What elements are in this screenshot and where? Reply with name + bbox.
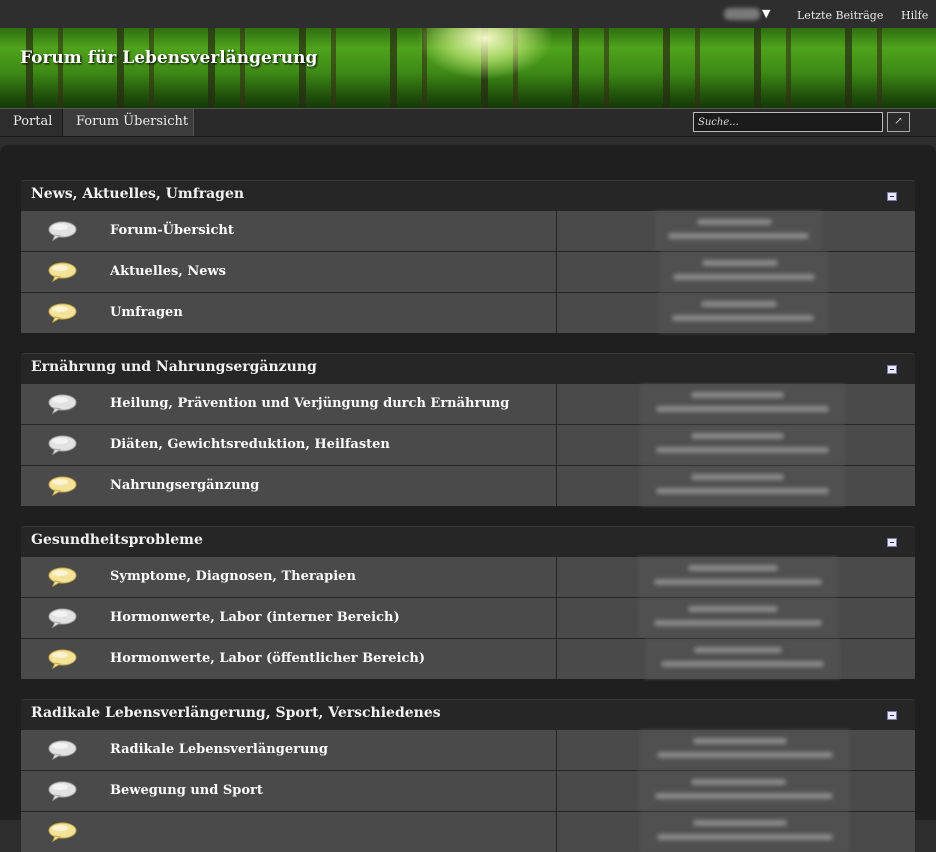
category-header: Gesundheitsprobleme bbox=[21, 526, 915, 556]
speech-bubble-yellow-icon bbox=[48, 476, 77, 497]
forum-row: Bewegung und Sport bbox=[21, 770, 915, 811]
last-post-blurred bbox=[638, 771, 850, 811]
forum-cell: Forum-Übersicht bbox=[21, 211, 557, 251]
site-title[interactable]: Forum für Lebensverlängerung bbox=[20, 48, 317, 68]
speech-bubble-grey-icon bbox=[48, 435, 77, 456]
speech-bubble-grey-icon bbox=[48, 221, 77, 242]
speech-bubble-grey-icon bbox=[48, 608, 77, 629]
forum-link[interactable]: Aktuelles, News bbox=[110, 264, 226, 279]
forum-row: Nahrungsergänzung bbox=[21, 465, 915, 506]
forum-link[interactable]: Bewegung und Sport bbox=[110, 783, 263, 798]
category-title[interactable]: Gesundheitsprobleme bbox=[31, 532, 203, 548]
speech-bubble-grey-icon bbox=[48, 740, 77, 761]
forum-link[interactable]: Forum-Übersicht bbox=[110, 223, 234, 238]
forum-link[interactable]: Radikale Lebensverlängerung bbox=[110, 742, 328, 757]
forum-cell: Hormonwerte, Labor (öffentlicher Bereich… bbox=[21, 639, 557, 679]
last-post-blurred bbox=[640, 812, 850, 852]
last-post-blurred bbox=[645, 639, 840, 679]
forum-row: Hormonwerte, Labor (interner Bereich) bbox=[21, 597, 915, 638]
last-post-blurred bbox=[660, 252, 828, 292]
last-post-blurred bbox=[640, 384, 845, 424]
category-block: News, Aktuelles, Umfragen Forum-Übersicht… bbox=[21, 180, 915, 333]
forum-cell: Heilung, Prävention und Verjüngung durch… bbox=[21, 384, 557, 424]
forum-cell: Nahrungsergänzung bbox=[21, 466, 557, 506]
forum-row: Forum-Übersicht bbox=[21, 210, 915, 251]
collapse-icon[interactable] bbox=[887, 192, 897, 201]
forum-link[interactable]: Umfragen bbox=[110, 305, 183, 320]
collapse-icon[interactable] bbox=[887, 538, 897, 547]
speech-bubble-grey-icon bbox=[48, 781, 77, 802]
forum-link[interactable]: Nahrungsergänzung bbox=[110, 478, 259, 493]
collapse-icon[interactable] bbox=[887, 711, 897, 720]
tab-portal[interactable]: Portal bbox=[0, 109, 63, 136]
forum-row: Symptome, Diagnosen, Therapien bbox=[21, 556, 915, 597]
forum-cell bbox=[21, 812, 557, 852]
category-header: Ernährung und Nahrungsergänzung bbox=[21, 353, 915, 383]
last-post-blurred bbox=[640, 466, 845, 506]
category-title[interactable]: Radikale Lebensverlängerung, Sport, Vers… bbox=[31, 705, 441, 721]
speech-bubble-yellow-icon bbox=[48, 567, 77, 588]
forum-row: Aktuelles, News bbox=[21, 251, 915, 292]
category-header: Radikale Lebensverlängerung, Sport, Vers… bbox=[21, 699, 915, 729]
category-header: News, Aktuelles, Umfragen bbox=[21, 180, 915, 210]
last-post-blurred bbox=[638, 557, 838, 597]
collapse-icon[interactable] bbox=[887, 365, 897, 374]
category-title[interactable]: Ernährung und Nahrungsergänzung bbox=[31, 359, 317, 375]
search-button[interactable]: ↗ bbox=[887, 112, 910, 132]
category-block: Gesundheitsprobleme Symptome, Diagnosen, … bbox=[21, 526, 915, 679]
header-banner: Forum für Lebensverlängerung bbox=[0, 28, 936, 108]
speech-bubble-yellow-icon bbox=[48, 262, 77, 283]
top-bar: ▼ Letzte Beiträge Hilfe bbox=[0, 0, 936, 29]
forum-cell: Hormonwerte, Labor (interner Bereich) bbox=[21, 598, 557, 638]
last-post-blurred bbox=[640, 425, 845, 465]
username-blurred[interactable] bbox=[724, 8, 760, 20]
speech-bubble-yellow-icon bbox=[48, 649, 77, 670]
forum-link[interactable]: Hormonwerte, Labor (interner Bereich) bbox=[110, 610, 400, 625]
last-post-blurred bbox=[638, 598, 838, 638]
forum-cell: Radikale Lebensverlängerung bbox=[21, 730, 557, 770]
last-post-blurred bbox=[655, 211, 822, 251]
forum-cell: Bewegung und Sport bbox=[21, 771, 557, 811]
forum-cell: Aktuelles, News bbox=[21, 252, 557, 292]
forum-cell: Umfragen bbox=[21, 293, 557, 333]
recent-posts-link[interactable]: Letzte Beiträge bbox=[797, 9, 883, 22]
speech-bubble-yellow-icon bbox=[48, 303, 77, 324]
forum-row: Hormonwerte, Labor (öffentlicher Bereich… bbox=[21, 638, 915, 679]
search-input[interactable] bbox=[693, 112, 883, 132]
category-block: Radikale Lebensverlängerung, Sport, Vers… bbox=[21, 699, 915, 852]
forum-cell: Diäten, Gewichtsreduktion, Heilfasten bbox=[21, 425, 557, 465]
user-menu-arrow-icon[interactable]: ▼ bbox=[762, 7, 770, 20]
forum-row bbox=[21, 811, 915, 852]
forum-link[interactable]: Heilung, Prävention und Verjüngung durch… bbox=[110, 396, 509, 411]
forum-link[interactable]: Hormonwerte, Labor (öffentlicher Bereich… bbox=[110, 651, 425, 666]
help-link[interactable]: Hilfe bbox=[901, 9, 928, 22]
forum-link[interactable]: Symptome, Diagnosen, Therapien bbox=[110, 569, 356, 584]
forum-row: Radikale Lebensverlängerung bbox=[21, 729, 915, 770]
forum-cell: Symptome, Diagnosen, Therapien bbox=[21, 557, 557, 597]
forum-row: Umfragen bbox=[21, 292, 915, 333]
forum-row: Heilung, Prävention und Verjüngung durch… bbox=[21, 383, 915, 424]
tab-forum-overview[interactable]: Forum Übersicht bbox=[63, 109, 194, 136]
last-post-blurred bbox=[658, 293, 828, 333]
category-block: Ernährung und Nahrungsergänzung Heilung, … bbox=[21, 353, 915, 506]
speech-bubble-grey-icon bbox=[48, 394, 77, 415]
last-post-blurred bbox=[640, 730, 850, 770]
forum-link[interactable]: Diäten, Gewichtsreduktion, Heilfasten bbox=[110, 437, 390, 452]
category-title[interactable]: News, Aktuelles, Umfragen bbox=[31, 186, 244, 202]
forum-row: Diäten, Gewichtsreduktion, Heilfasten bbox=[21, 424, 915, 465]
speech-bubble-yellow-icon bbox=[48, 822, 77, 843]
